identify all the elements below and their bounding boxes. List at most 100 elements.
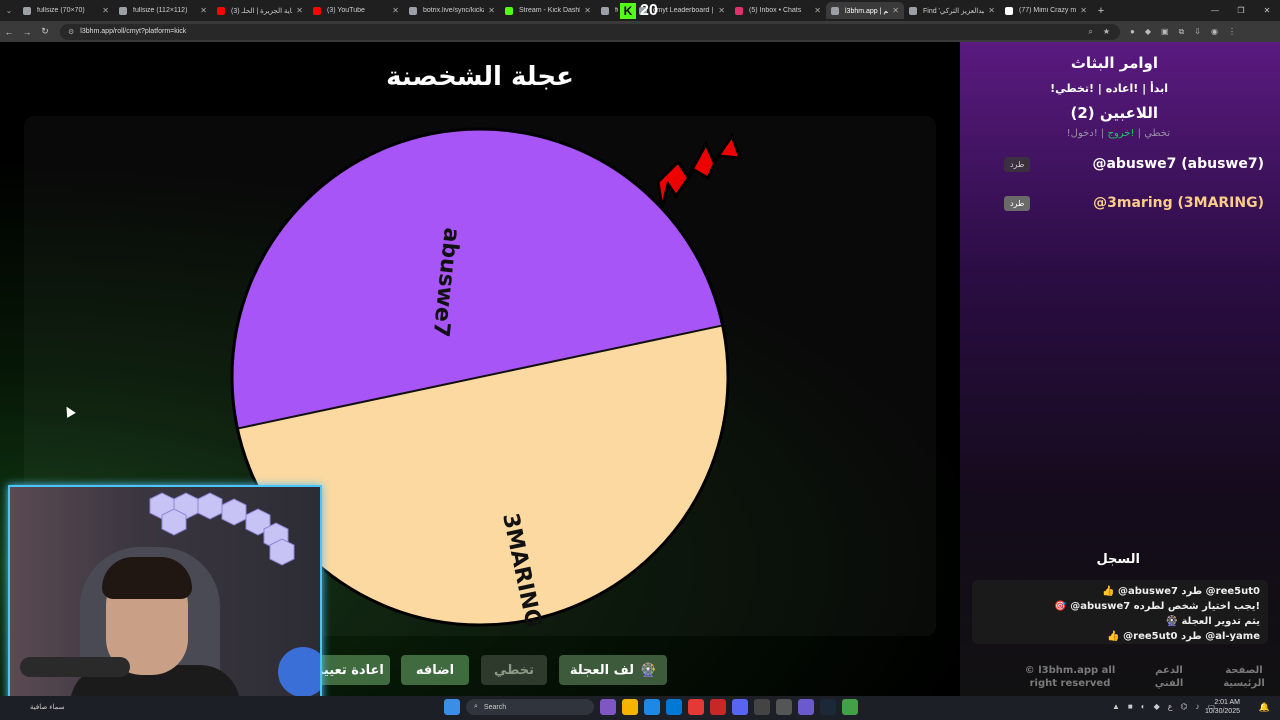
tray-icon[interactable]: ▲ <box>1112 702 1120 711</box>
close-window-icon[interactable]: ✕ <box>1254 0 1280 21</box>
back-arrow-icon[interactable]: ← <box>0 27 18 37</box>
new-tab-plus-icon[interactable]: + <box>1092 5 1110 17</box>
clock-date: 10/30/2025 <box>1204 708 1240 715</box>
tab-close-icon[interactable]: ✕ <box>488 6 495 15</box>
app-icon[interactable] <box>842 699 858 715</box>
network-icon[interactable]: ⌬ <box>1181 702 1188 711</box>
plush-toy <box>278 647 320 697</box>
chrome-icon[interactable] <box>688 699 704 715</box>
app-icon[interactable] <box>776 699 792 715</box>
tab-list-chevron-icon[interactable]: ⌄ <box>0 6 18 15</box>
player-name: @abuswe7 (abuswe7) <box>1092 156 1264 172</box>
tab-favicon-icon <box>909 6 917 15</box>
tab-title: fullsize (112×112) <box>133 7 188 14</box>
extension-icon[interactable]: ▣ <box>1161 27 1169 37</box>
volume-icon[interactable]: ♪ <box>1196 702 1200 711</box>
sidebar: اوامر البثاث !ابدأ | !اعاده | !تخطي اللا… <box>960 42 1280 696</box>
taskbar-search[interactable]: ⌕ Search <box>466 699 594 715</box>
app-icon[interactable] <box>754 699 770 715</box>
window-controls: — ❐ ✕ <box>1202 0 1280 21</box>
browser-tab[interactable]: fullsize (70×70) ✕ <box>18 2 114 19</box>
reload-icon[interactable]: ↻ <box>36 26 54 37</box>
browser-tab[interactable]: (3) نهاية الجزيرة | الحلـ ✕ <box>212 2 308 19</box>
wheel-pointer-icon <box>656 132 743 209</box>
notifications-bell-icon[interactable]: 🔔 <box>1259 702 1270 713</box>
footer-support-link[interactable]: الدعم الفني <box>1142 664 1196 690</box>
address-bar[interactable]: ⚙ l3bhm.app/roll/cmyt?platform=kick ⌕ ★ <box>60 23 1120 40</box>
edge-icon[interactable] <box>644 699 660 715</box>
site-info-icon[interactable]: ⚙ <box>68 28 74 36</box>
log-entry: 👍 @ree5ut0 طرد @al-yame <box>1107 631 1260 642</box>
tab-close-icon[interactable]: ✕ <box>988 6 995 15</box>
url-text[interactable]: l3bhm.app/roll/cmyt?platform=kick <box>80 28 1088 35</box>
kick-overlay: K 20 <box>620 1 658 21</box>
zoom-icon[interactable]: ⌕ <box>1088 27 1092 37</box>
tab-close-icon[interactable]: ✕ <box>718 6 725 15</box>
tab-close-icon[interactable]: ✕ <box>102 6 109 15</box>
system-tray: ▲ ■ ◐ ◆ ع ⌬ ♪ ▭ <box>1112 702 1215 711</box>
tab-close-icon[interactable]: ✕ <box>392 6 399 15</box>
file-explorer-icon[interactable] <box>622 699 638 715</box>
tab-favicon-icon <box>217 6 225 15</box>
maximize-icon[interactable]: ❐ <box>1228 0 1254 21</box>
tab-title: Find 'عبدالعزيز التركي' l <box>923 7 984 15</box>
app-icon[interactable] <box>710 699 726 715</box>
app-icon[interactable] <box>798 699 814 715</box>
start-windows-icon[interactable] <box>444 699 460 715</box>
browser-tab[interactable]: Find 'عبدالعزيز التركي' l ✕ <box>904 2 1000 19</box>
tab-favicon-icon <box>505 6 513 15</box>
tray-icon[interactable]: ◆ <box>1154 702 1160 711</box>
browser-tab[interactable]: (5) Inbox • Chats ✕ <box>730 2 826 19</box>
downloads-icon[interactable]: ⇩ <box>1194 27 1201 37</box>
copilot-icon[interactable] <box>600 699 616 715</box>
extension-icon[interactable]: ● <box>1130 27 1135 37</box>
tab-title: (77) Mimi Crazy mage <box>1019 7 1077 14</box>
tab-title: ful <box>615 7 618 14</box>
spin-wheel-button[interactable]: لف العجلة 🎡 <box>559 655 667 685</box>
tab-favicon-icon <box>735 6 743 15</box>
tab-title: fullsize (70×70) <box>37 7 85 14</box>
bookmark-star-icon[interactable]: ★ <box>1103 27 1110 36</box>
clock[interactable]: 2:01 AM 10/30/2025 <box>1205 698 1240 716</box>
add-button[interactable]: اضافه <box>401 655 469 685</box>
steam-icon[interactable] <box>820 699 836 715</box>
puzzle-icon[interactable]: ⧉ <box>1179 27 1185 37</box>
tab-favicon-icon <box>23 6 31 15</box>
log-title: السجل <box>1096 552 1140 567</box>
wheel-icon: 🎡 <box>639 662 657 678</box>
log-entry: 👍 @abuswe7 طرد @ree5ut0 <box>1102 586 1260 597</box>
os-taskbar: سماء صافية ⌕ Search ▲ ■ ◐ ◆ ع ⌬ ♪ ▭ 2:01… <box>0 696 1280 720</box>
kick-player-button[interactable]: طرد <box>1004 195 1031 211</box>
footer-home-link[interactable]: الصفحة الرئيسية <box>1214 664 1274 690</box>
tab-close-icon[interactable]: ✕ <box>584 6 591 15</box>
browser-tab[interactable]: (77) Mimi Crazy mage✕ <box>1000 2 1092 19</box>
tray-icon[interactable]: ◐ <box>1141 702 1146 711</box>
browser-tab[interactable]: fullsize (112×112) ✕ <box>114 2 212 19</box>
profile-icon[interactable]: ◉ <box>1211 27 1218 37</box>
tab-close-icon[interactable]: ✕ <box>200 6 207 15</box>
skip-button[interactable]: تخطي <box>481 655 547 685</box>
forward-arrow-icon[interactable]: → <box>18 27 36 37</box>
discord-icon[interactable] <box>732 699 748 715</box>
footer: © l3bhm.app all right reserved الدعم الف… <box>960 664 1280 696</box>
tab-close-icon[interactable]: ✕ <box>296 6 303 15</box>
tray-icon[interactable]: ■ <box>1128 702 1133 711</box>
kick-player-button[interactable]: طرد <box>1004 156 1031 172</box>
player-name: @3maring (3MARING) <box>1093 195 1264 211</box>
weather-widget[interactable]: سماء صافية <box>30 703 65 711</box>
tab-title: cmyt Leaderboard | Th <box>653 7 714 14</box>
browser-tab[interactable]: l3bhm.app | لعبهم✕ <box>826 2 904 19</box>
tab-close-icon[interactable]: ✕ <box>814 6 821 15</box>
browser-tab[interactable]: Stream - Kick Dashboa ✕ <box>500 2 596 19</box>
tab-close-icon[interactable]: ✕ <box>1080 6 1087 15</box>
tab-title: l3bhm.app | لعبهم <box>845 7 889 15</box>
browser-tab[interactable]: botrix.live/sync/kickale ✕ <box>404 2 500 19</box>
menu-dots-icon[interactable]: ⋮ <box>1228 27 1236 37</box>
input-language[interactable]: ع <box>1168 702 1173 711</box>
commands-title: اوامر البثاث <box>1070 54 1158 72</box>
minimize-icon[interactable]: — <box>1202 0 1228 21</box>
extension-icon[interactable]: ◆ <box>1145 27 1151 37</box>
outlook-icon[interactable] <box>666 699 682 715</box>
tab-close-icon[interactable]: ✕ <box>892 6 899 15</box>
browser-tab[interactable]: (3) YouTube ✕ <box>308 2 404 19</box>
